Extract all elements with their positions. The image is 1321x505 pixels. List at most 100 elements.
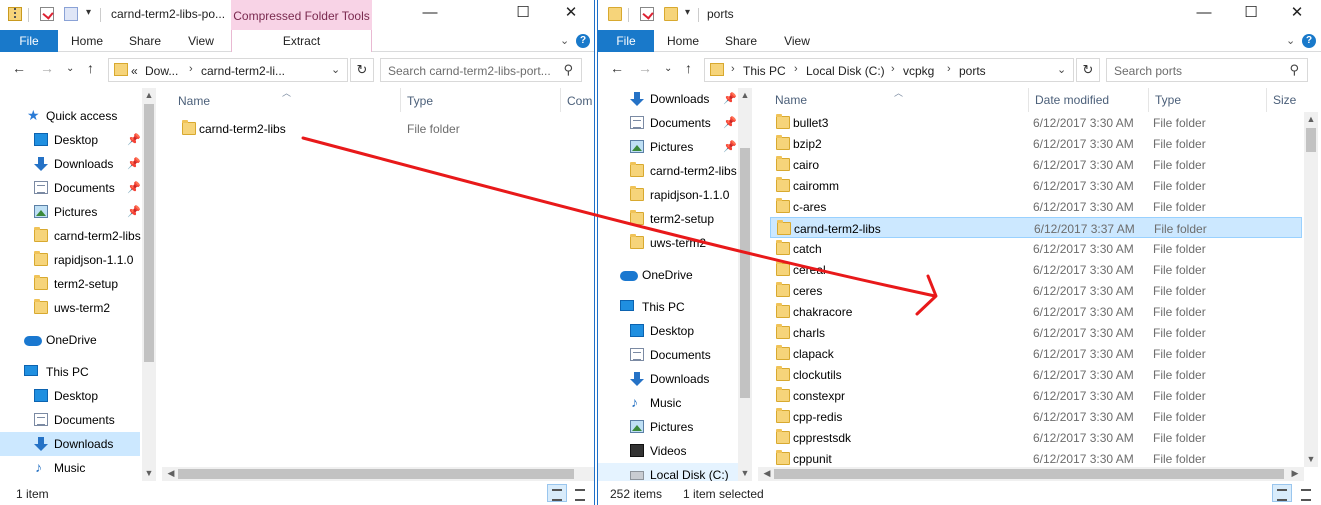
close-button[interactable]: ✕ <box>548 0 594 28</box>
scroll-down-icon[interactable]: ▼ <box>142 468 156 478</box>
address-bar[interactable]: › This PC › Local Disk (C:) › vcpkg › po… <box>704 58 1074 82</box>
table-row[interactable]: constexpr 6/12/2017 3:30 AM File folder <box>770 385 1302 406</box>
nav-item-carnd-term2-libs[interactable]: carnd-term2-libs <box>0 224 158 248</box>
nav-pc-documents[interactable]: Documents <box>0 408 158 432</box>
recent-locations-icon[interactable]: ⌄ <box>664 63 672 74</box>
pin-icon[interactable]: 📌 <box>127 205 141 218</box>
nav-item-uws-term2[interactable]: uws-term2 <box>0 296 158 320</box>
breadcrumb-separator-icon[interactable]: › <box>189 63 193 75</box>
column-header-compressed[interactable]: Com <box>567 94 592 118</box>
table-row[interactable]: catch 6/12/2017 3:30 AM File folder <box>770 238 1302 259</box>
table-row[interactable]: clapack 6/12/2017 3:30 AM File folder <box>770 343 1302 364</box>
new-folder-icon[interactable] <box>664 7 678 21</box>
nav-pc-local-disk[interactable]: Local Disk (C:) <box>598 463 738 481</box>
refresh-button[interactable]: ↻ <box>350 58 374 82</box>
table-row[interactable]: clockutils 6/12/2017 3:30 AM File folder <box>770 364 1302 385</box>
scroll-left-icon[interactable]: ◀ <box>164 468 178 479</box>
nav-item-term2-setup[interactable]: term2-setup <box>0 272 158 296</box>
table-row[interactable]: bzip2 6/12/2017 3:30 AM File folder <box>770 133 1302 154</box>
table-row[interactable]: cairomm 6/12/2017 3:30 AM File folder <box>770 175 1302 196</box>
expand-ribbon-icon[interactable]: ⌄ <box>560 34 569 47</box>
close-button[interactable]: ✕ <box>1274 0 1320 28</box>
breadcrumb-item[interactable]: carnd-term2-li... <box>201 64 285 78</box>
nav-item-pictures[interactable]: Pictures 📌 <box>0 200 158 224</box>
pin-icon[interactable]: 📌 <box>723 116 737 129</box>
nav-scrollbar[interactable]: ▲ ▼ <box>142 88 156 481</box>
scroll-thumb[interactable] <box>740 148 750 398</box>
tab-home[interactable]: Home <box>660 30 706 52</box>
scroll-down-icon[interactable]: ▼ <box>1304 454 1318 464</box>
nav-pc-pictures[interactable]: Pictures <box>598 415 754 439</box>
nav-item-documents[interactable]: Documents 📌 <box>0 176 158 200</box>
table-row[interactable]: chakracore 6/12/2017 3:30 AM File folder <box>770 301 1302 322</box>
column-header-name[interactable]: Name <box>178 94 210 118</box>
nav-item-rapidjson[interactable]: rapidjson-1.1.0 <box>0 248 158 272</box>
tab-view[interactable]: View <box>178 30 224 52</box>
address-dropdown-icon[interactable]: ⌄ <box>331 63 340 76</box>
table-row[interactable]: carnd-term2-libs 6/12/2017 3:37 AM File fo… <box>770 217 1302 238</box>
table-row[interactable]: cppunit 6/12/2017 3:30 AM File folder <box>770 448 1302 469</box>
nav-item-term2-setup[interactable]: term2-setup <box>598 207 754 231</box>
nav-this-pc[interactable]: This PC <box>0 360 158 384</box>
breadcrumb-item[interactable]: Dow... <box>145 64 178 78</box>
nav-scrollbar[interactable]: ▲ ▼ <box>738 88 752 481</box>
nav-pc-music[interactable]: ♪ Music <box>0 456 158 480</box>
tab-file[interactable]: File <box>598 30 654 52</box>
details-view-button[interactable] <box>1272 484 1292 502</box>
pin-icon[interactable]: 📌 <box>127 181 141 194</box>
tab-share[interactable]: Share <box>122 30 168 52</box>
horizontal-scrollbar[interactable]: ◀ ▶ <box>758 467 1304 481</box>
breadcrumb-item[interactable]: Local Disk (C:) <box>806 64 885 78</box>
table-row[interactable]: cpp-redis 6/12/2017 3:30 AM File folder <box>770 406 1302 427</box>
pin-icon[interactable]: 📌 <box>723 140 737 153</box>
table-row[interactable]: cairo 6/12/2017 3:30 AM File folder <box>770 154 1302 175</box>
minimize-button[interactable]: — <box>1181 0 1227 28</box>
breadcrumb-item[interactable]: vcpkg <box>903 64 934 78</box>
scroll-thumb[interactable] <box>144 104 154 362</box>
nav-pc-downloads[interactable]: Downloads <box>598 367 754 391</box>
horizontal-scrollbar[interactable]: ◀ <box>162 467 594 481</box>
pin-icon[interactable]: 📌 <box>127 133 141 146</box>
nav-onedrive[interactable]: OneDrive <box>598 263 754 287</box>
properties-icon[interactable] <box>40 7 54 21</box>
table-row[interactable]: cpprestsdk 6/12/2017 3:30 AM File folder <box>770 427 1302 448</box>
quick-access-dropdown-icon[interactable]: ▾ <box>86 7 91 18</box>
new-folder-icon[interactable] <box>64 7 78 21</box>
properties-icon[interactable] <box>640 7 654 21</box>
column-header-type[interactable]: Type <box>407 94 433 118</box>
minimize-button[interactable]: — <box>407 0 453 28</box>
nav-onedrive[interactable]: OneDrive <box>0 328 158 352</box>
details-view-button[interactable] <box>547 484 567 502</box>
nav-item-pictures[interactable]: Pictures 📌 <box>598 135 754 159</box>
address-dropdown-icon[interactable]: ⌄ <box>1057 63 1066 76</box>
table-row[interactable]: c-ares 6/12/2017 3:30 AM File folder <box>770 196 1302 217</box>
nav-pc-desktop[interactable]: Desktop <box>0 384 158 408</box>
up-button[interactable]: ↑ <box>685 60 692 76</box>
scroll-up-icon[interactable]: ▲ <box>738 90 752 100</box>
nav-item-rapidjson[interactable]: rapidjson-1.1.0 <box>598 183 754 207</box>
maximize-button[interactable]: ☐ <box>1228 0 1274 28</box>
scroll-left-icon[interactable]: ◀ <box>760 468 774 479</box>
scroll-down-icon[interactable]: ▼ <box>738 468 752 478</box>
tab-home[interactable]: Home <box>64 30 110 52</box>
nav-this-pc[interactable]: This PC <box>598 295 754 319</box>
scroll-thumb[interactable] <box>178 469 574 479</box>
breadcrumb-separator-icon[interactable]: › <box>794 63 798 75</box>
refresh-button[interactable]: ↻ <box>1076 58 1100 82</box>
nav-quick-access[interactable]: ★ Quick access <box>0 104 158 128</box>
help-icon[interactable]: ? <box>576 34 590 48</box>
scroll-thumb[interactable] <box>1306 128 1316 152</box>
tab-file[interactable]: File <box>0 30 58 52</box>
back-button[interactable]: ← <box>610 60 624 76</box>
expand-ribbon-icon[interactable]: ⌄ <box>1286 34 1295 47</box>
nav-item-documents[interactable]: Documents 📌 <box>598 111 754 135</box>
breadcrumb-separator-icon[interactable]: › <box>891 63 895 75</box>
forward-button[interactable]: → <box>638 60 652 76</box>
up-button[interactable]: ↑ <box>87 60 94 76</box>
nav-item-downloads[interactable]: Downloads 📌 <box>598 88 754 111</box>
back-button[interactable]: ← <box>12 60 26 76</box>
tab-share[interactable]: Share <box>718 30 764 52</box>
table-row[interactable]: carnd-term2-libs File folder <box>174 118 594 139</box>
pin-icon[interactable]: 📌 <box>723 92 737 105</box>
large-icons-view-button[interactable] <box>1296 484 1316 502</box>
